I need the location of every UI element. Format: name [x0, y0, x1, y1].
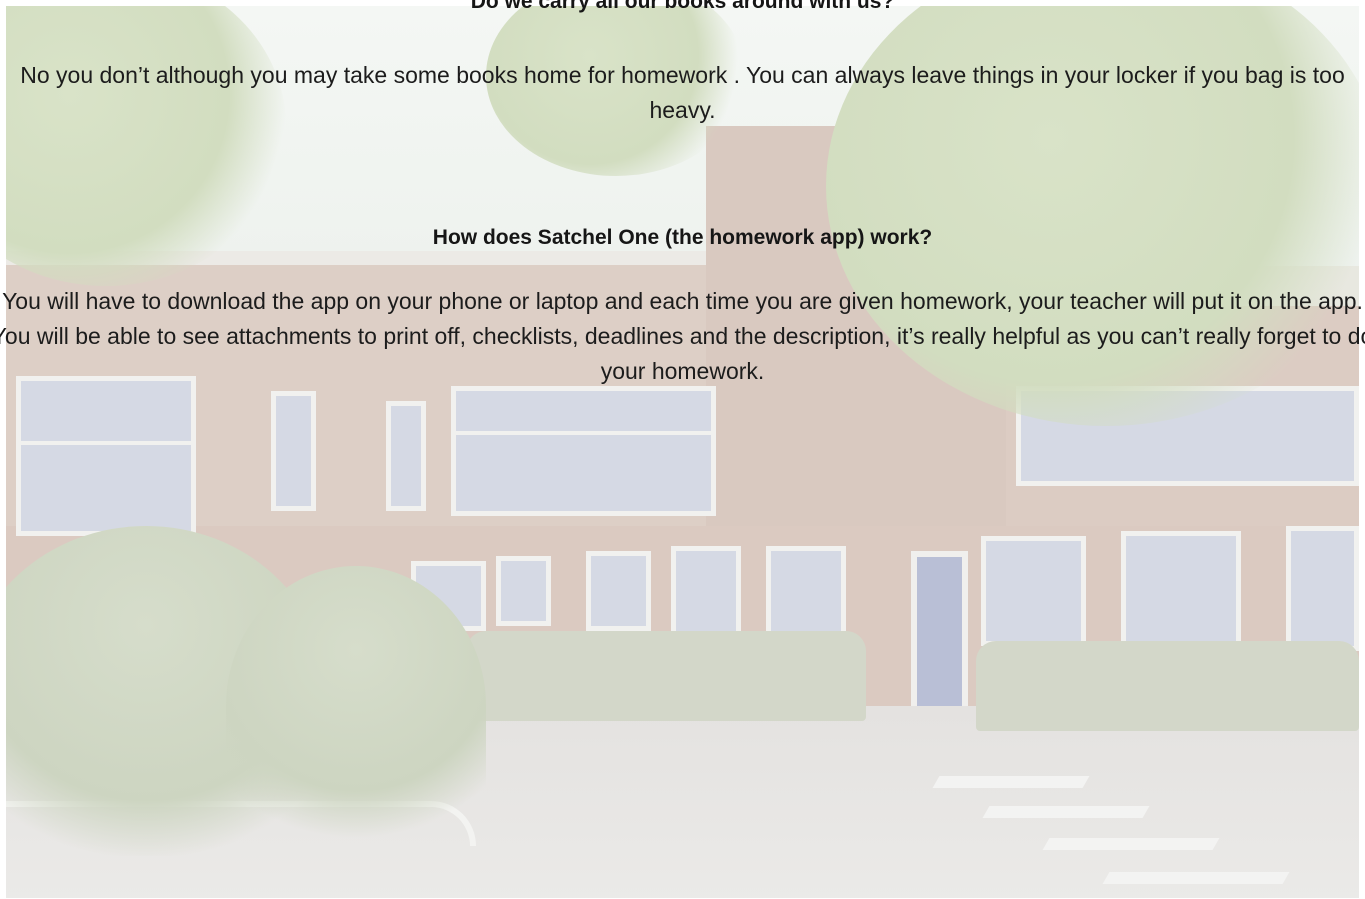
- faq-question: How does Satchel One (the homework app) …: [432, 226, 933, 249]
- faq-content: Do we carry all our books around with us…: [0, 0, 1365, 899]
- faq-answer: No you don’t although you may take some …: [20, 62, 1345, 123]
- faq-question: Do we carry all our books around with us…: [470, 0, 895, 13]
- faq-answer: You will have to download the app on you…: [0, 288, 1365, 384]
